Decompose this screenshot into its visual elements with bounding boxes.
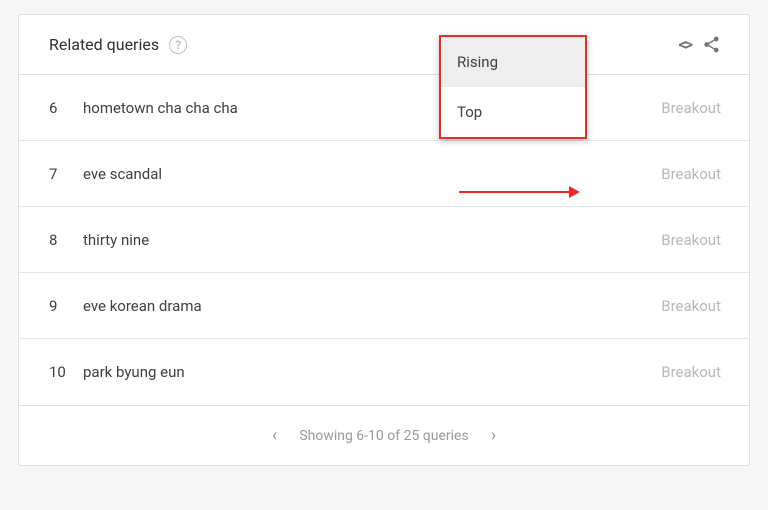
panel-title: Related queries <box>49 35 159 54</box>
row-text: eve korean drama <box>83 297 661 315</box>
dropdown-option-top[interactable]: Top <box>441 87 585 137</box>
related-queries-panel: Related queries ? <> Rising Top 6 hometo… <box>18 14 750 466</box>
query-list: 6 hometown cha cha cha Breakout 7 eve sc… <box>19 75 749 405</box>
query-row[interactable]: 6 hometown cha cha cha Breakout <box>19 75 749 141</box>
annotation-arrow <box>459 186 580 198</box>
pager: ‹ Showing 6-10 of 25 queries › <box>19 405 749 465</box>
row-rank: 7 <box>49 165 83 183</box>
row-text: thirty nine <box>83 231 661 249</box>
sort-dropdown[interactable]: Rising Top <box>439 35 587 139</box>
help-icon[interactable]: ? <box>169 36 187 54</box>
dropdown-option-rising[interactable]: Rising <box>441 37 585 87</box>
pager-text: Showing 6-10 of 25 queries <box>299 428 468 444</box>
query-row[interactable]: 8 thirty nine Breakout <box>19 207 749 273</box>
share-icon[interactable] <box>702 35 721 54</box>
row-badge: Breakout <box>661 297 721 315</box>
row-text: park byung eun <box>83 363 661 381</box>
row-rank: 9 <box>49 297 83 315</box>
embed-icon[interactable]: <> <box>679 35 690 55</box>
pager-next[interactable]: › <box>491 425 496 446</box>
row-badge: Breakout <box>661 363 721 381</box>
query-row[interactable]: 10 park byung eun Breakout <box>19 339 749 405</box>
row-rank: 8 <box>49 231 83 249</box>
row-badge: Breakout <box>661 165 721 183</box>
pager-prev[interactable]: ‹ <box>272 425 277 446</box>
row-badge: Breakout <box>661 231 721 249</box>
header-actions: <> <box>679 35 721 55</box>
panel-header: Related queries ? <> <box>19 15 749 75</box>
query-row[interactable]: 9 eve korean drama Breakout <box>19 273 749 339</box>
row-rank: 10 <box>49 363 83 381</box>
query-row[interactable]: 7 eve scandal Breakout <box>19 141 749 207</box>
row-rank: 6 <box>49 99 83 117</box>
row-text: eve scandal <box>83 165 661 183</box>
row-badge: Breakout <box>661 99 721 117</box>
